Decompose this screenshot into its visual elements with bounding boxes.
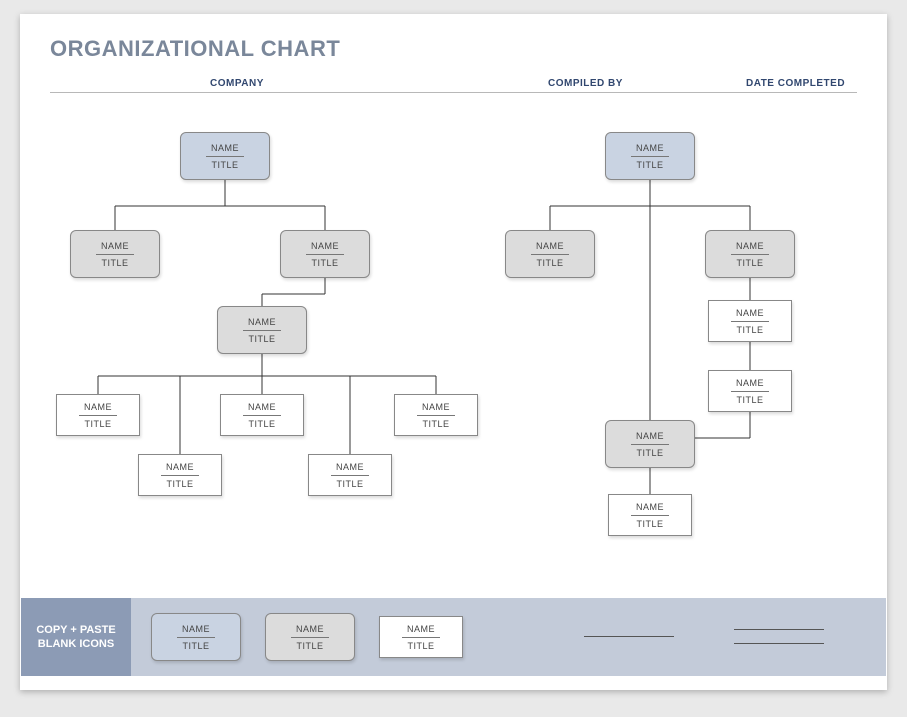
node-title: TITLE [736,325,763,335]
node-title: TITLE [84,419,111,429]
node-name: NAME [736,308,764,318]
node-title: TITLE [311,258,338,268]
node-name: NAME [636,143,664,153]
page-title: ORGANIZATIONAL CHART [50,36,340,62]
node-name: NAME [211,143,239,153]
node-title: TITLE [636,448,663,458]
node-title: TITLE [166,479,193,489]
node-name: NAME [166,462,194,472]
org-node[interactable]: NAME TITLE [708,300,792,342]
org-node[interactable]: NAME TITLE [394,394,478,436]
node-name: NAME [422,402,450,412]
template-line-pair[interactable] [716,629,842,645]
node-title: TITLE [248,419,275,429]
node-name: NAME [536,241,564,251]
header-company: COMPANY [210,78,264,89]
node-title: TITLE [101,258,128,268]
node-title: TITLE [636,519,663,529]
node-title: TITLE [296,641,323,651]
node-name: NAME [248,402,276,412]
node-title: TITLE [182,641,209,651]
template-line [734,643,824,645]
org-node[interactable]: NAME TITLE [505,230,595,278]
header-compiled: COMPILED BY [548,78,623,89]
node-name: NAME [182,624,210,634]
node-title: TITLE [536,258,563,268]
node-name: NAME [736,378,764,388]
org-node[interactable]: NAME TITLE [220,394,304,436]
node-title: TITLE [336,479,363,489]
node-title: TITLE [736,395,763,405]
sheet: ORGANIZATIONAL CHART COMPANY COMPILED BY… [20,14,887,690]
node-title: TITLE [736,258,763,268]
org-node[interactable]: NAME TITLE [280,230,370,278]
template-node-plain[interactable]: NAME TITLE [379,616,463,658]
node-name: NAME [296,624,324,634]
org-node[interactable]: NAME TITLE [605,420,695,468]
node-name: NAME [736,241,764,251]
template-line[interactable] [584,636,674,638]
header-rule [50,92,857,93]
node-title: TITLE [636,160,663,170]
org-node-root-right[interactable]: NAME TITLE [605,132,695,180]
node-name: NAME [636,431,664,441]
node-title: TITLE [211,160,238,170]
node-name: NAME [336,462,364,472]
org-node[interactable]: NAME TITLE [608,494,692,536]
node-name: NAME [84,402,112,412]
node-title: TITLE [248,334,275,344]
template-node-gray[interactable]: NAME TITLE [265,613,355,661]
node-name: NAME [407,624,435,634]
node-name: NAME [636,502,664,512]
org-node-root-left[interactable]: NAME TITLE [180,132,270,180]
node-title: TITLE [422,419,449,429]
footer-label-a: COPY + PASTE [36,624,115,636]
org-node[interactable]: NAME TITLE [308,454,392,496]
org-node[interactable]: NAME TITLE [56,394,140,436]
footer-panel: COPY + PASTE BLANK ICONS NAME TITLE NAME… [21,598,886,676]
footer-label-b: BLANK ICONS [38,638,114,650]
node-name: NAME [248,317,276,327]
footer-icons: NAME TITLE NAME TITLE NAME TITLE [131,598,886,676]
org-node[interactable]: NAME TITLE [708,370,792,412]
org-node[interactable]: NAME TITLE [138,454,222,496]
node-title: TITLE [407,641,434,651]
org-node[interactable]: NAME TITLE [705,230,795,278]
page: ORGANIZATIONAL CHART COMPANY COMPILED BY… [0,0,907,717]
template-line [734,629,824,631]
node-name: NAME [101,241,129,251]
org-node[interactable]: NAME TITLE [217,306,307,354]
footer-label: COPY + PASTE BLANK ICONS [21,623,131,651]
node-name: NAME [311,241,339,251]
header-date: DATE COMPLETED [746,78,845,89]
org-node[interactable]: NAME TITLE [70,230,160,278]
template-node-blue[interactable]: NAME TITLE [151,613,241,661]
